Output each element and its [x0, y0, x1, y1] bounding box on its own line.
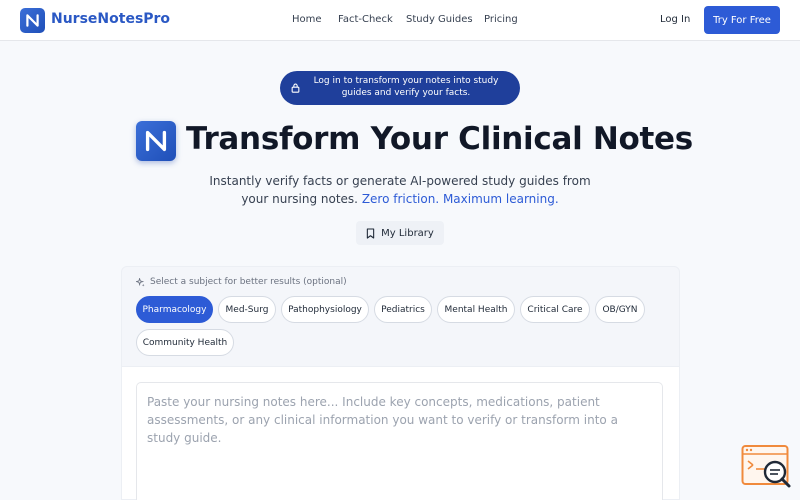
- try-for-free-button[interactable]: Try For Free: [704, 6, 780, 34]
- nav-home[interactable]: Home: [292, 14, 322, 25]
- login-link[interactable]: Log In: [660, 14, 690, 25]
- hero-subtitle: Instantly verify facts or generate AI-po…: [200, 172, 600, 208]
- nav-pricing[interactable]: Pricing: [484, 14, 518, 25]
- hero-logo-icon: [136, 121, 176, 161]
- my-library-label: My Library: [381, 227, 434, 239]
- lock-icon: [291, 83, 300, 93]
- subject-chip-community-health[interactable]: Community Health: [136, 329, 234, 356]
- sparkle-icon: [136, 277, 145, 287]
- logo-n-icon[interactable]: [20, 8, 45, 33]
- bookmark-icon: [366, 227, 375, 239]
- login-banner-text: Log in to transform your notes into stud…: [313, 76, 499, 98]
- search-doc-icon[interactable]: [741, 444, 792, 490]
- login-banner[interactable]: Log in to transform your notes into stud…: [280, 71, 520, 105]
- hero-subtitle-accent: Zero friction. Maximum learning.: [361, 192, 559, 206]
- subject-chip-ob-gyn[interactable]: OB/GYN: [595, 296, 645, 323]
- nav-fact-check[interactable]: Fact-Check: [338, 14, 393, 25]
- page-title: Transform Your Clinical Notes: [186, 121, 693, 157]
- subject-chip-pathophysiology[interactable]: Pathophysiology: [281, 296, 369, 323]
- subject-chip-mental-health[interactable]: Mental Health: [437, 296, 515, 323]
- top-nav-bar: NurseNotesPro Home Fact-Check Study Guid…: [0, 0, 800, 41]
- nav-study-guides[interactable]: Study Guides: [406, 14, 473, 25]
- notes-input[interactable]: [136, 382, 663, 500]
- my-library-button[interactable]: My Library: [356, 221, 444, 245]
- subject-selector-text: Select a subject for better results (opt…: [150, 277, 347, 287]
- subject-chip-med-surg[interactable]: Med-Surg: [218, 296, 276, 323]
- subject-selector-label: Select a subject for better results (opt…: [136, 277, 347, 287]
- subject-chip-pharmacology[interactable]: Pharmacology: [136, 296, 213, 323]
- subject-chip-pediatrics[interactable]: Pediatrics: [374, 296, 432, 323]
- brand-name[interactable]: NurseNotesPro: [51, 11, 170, 27]
- subject-chip-critical-care[interactable]: Critical Care: [520, 296, 590, 323]
